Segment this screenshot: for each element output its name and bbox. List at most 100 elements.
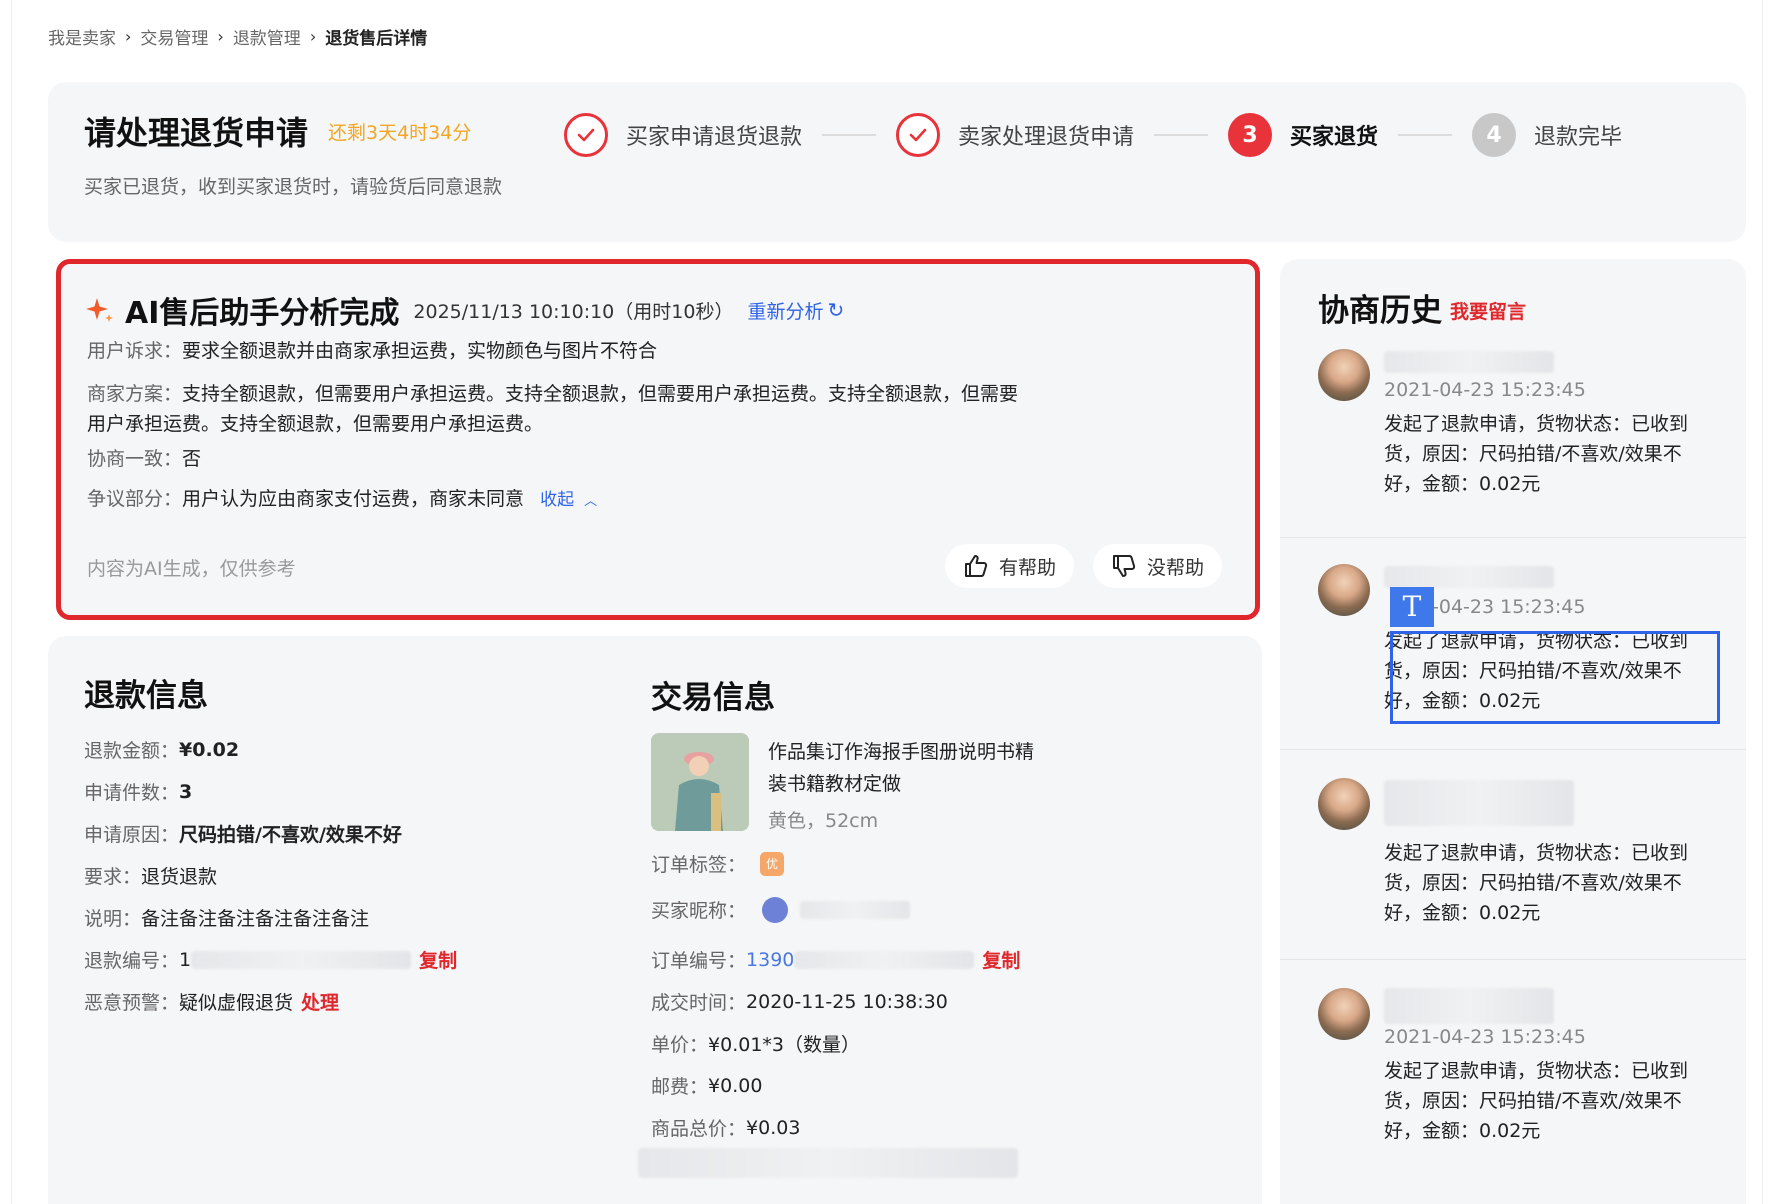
redacted-user-name [1384,351,1554,373]
text-tool-icon[interactable]: T [1390,587,1434,627]
page-title: 请处理退货申请 [84,114,309,152]
redacted-row [638,1148,1018,1178]
history-text: 发起了退款申请，货物状态：已收到货，原因：尺码拍错/不喜欢/效果不好，金额：0.… [1384,1060,1689,1142]
refund-reason-row: 申请原因： 尺码拍错/不喜欢/效果不好 [84,820,402,847]
ai-disclaimer: 内容为AI生成，仅供参考 [87,558,296,580]
refund-count-label: 申请件数： [84,782,180,804]
refund-count-value: 3 [179,780,193,803]
negotiation-history-card: 协商历史 我要留言 2021-04-23 15:23:45 发起了退款申请，货物… [1280,259,1746,1204]
history-time: -04-23 15:23:45 [1432,596,1586,618]
step-1-label: 买家申请退货退款 [626,125,803,150]
copy-refund-no-button[interactable]: 复制 [419,946,457,973]
refund-explain-row: 说明： 备注备注备注备注备注备注 [84,904,369,931]
redacted-order-no [794,950,975,969]
step-4-number: 4 [1472,113,1517,157]
ai-plan-value-2: 用户承担运费。支持全额退款，但需要用户承担运费。 [87,413,544,435]
buyer-nick-row: 买家昵称： [651,896,911,923]
buyer-chat-icon[interactable] [762,896,789,923]
order-no-row: 订单编号： 1390 复制 [651,946,1020,973]
unhelpful-button[interactable]: 没帮助 [1093,544,1223,588]
step-4: 4 退款完毕 [1472,113,1622,157]
product-title[interactable]: 作品集订作海报手图册说明书精装书籍教材定做 [768,736,1038,800]
helpful-label: 有帮助 [999,556,1057,579]
postage-label: 邮费： [651,1076,709,1098]
unhelpful-label: 没帮助 [1147,556,1205,579]
chevron-right-icon: › [125,27,132,46]
handle-warning-button[interactable]: 处理 [301,988,339,1015]
ai-agree-label: 协商一致： [87,448,183,470]
postage-row: 邮费： ¥0.00 [651,1072,762,1099]
refund-count-row: 申请件数： 3 [84,778,192,805]
refund-explain-value: 备注备注备注备注备注备注 [141,908,370,930]
leave-message-button[interactable]: 我要留言 [1450,297,1526,324]
refund-reason-value: 尺码拍错/不喜欢/效果不好 [179,824,402,846]
breadcrumb-item-refund[interactable]: 退款管理 [233,24,301,49]
breadcrumb-current: 退货售后详情 [325,29,428,49]
breadcrumb: 我是卖家 › 交易管理 › 退款管理 › 退货售后详情 [48,24,427,49]
refund-amount-row: 退款金额： ¥0.02 [84,736,239,763]
redacted-user-name [1384,566,1554,588]
order-no-value[interactable]: 1390 [746,949,794,971]
product-image[interactable] [651,733,749,831]
ai-dispute-label: 争议部分： [87,488,183,510]
refund-warn-row: 恶意预警： 疑似虚假退货 处理 [84,988,339,1015]
step-connector [822,134,877,136]
helpful-button[interactable]: 有帮助 [945,544,1075,588]
breadcrumb-item-seller[interactable]: 我是卖家 [48,24,116,49]
step-4-label: 退款完毕 [1534,125,1623,150]
deal-time-label: 成交时间： [651,992,747,1014]
history-text: 发起了退款申请，货物状态：已收到货，原因：尺码拍错/不喜欢/效果不好，金额：0.… [1384,842,1689,924]
ai-analysis-title: AI售后助手分析完成 [125,296,400,331]
avatar [1318,564,1370,616]
copy-order-no-button[interactable]: 复制 [982,946,1020,973]
unit-price-value: ¥0.01*3（数量） [708,1034,860,1056]
thumbs-down-icon [1113,555,1136,577]
check-icon [564,113,608,157]
status-header-card: 请处理退货申请 还剩3天4时34分 买家已退货，收到买家退货时，请验货后同意退款… [48,82,1746,242]
page: 我是卖家 › 交易管理 › 退款管理 › 退货售后详情 请处理退货申请 还剩3天… [11,0,1763,1204]
refund-require-label: 要求： [84,866,142,888]
avatar [1318,988,1370,1040]
refund-info-title: 退款信息 [84,678,208,714]
product-spec: 黄色，52cm [768,810,879,832]
refund-require-row: 要求： 退货退款 [84,862,217,889]
history-item: 2021-04-23 15:23:45 发起了退款申请，货物状态：已收到货，原因… [1280,349,1746,529]
thumbs-up-icon [965,555,988,577]
buyer-nick-label: 买家昵称： [651,900,747,922]
step-3-label: 买家退货 [1290,125,1379,150]
breadcrumb-item-trade[interactable]: 交易管理 [140,24,208,49]
history-text: 发起了退款申请，货物状态：已收到货，原因：尺码拍错/不喜欢/效果不好，金额：0.… [1384,413,1689,495]
history-time: 2021-04-23 15:23:45 [1384,1026,1586,1048]
refund-warn-value: 疑似虚假退货 [179,992,294,1014]
ai-plan-value-1: 支持全额退款，但需要用户承担运费。支持全额退款，但需要用户承担运费。支持全额退款… [182,383,1019,405]
total-price-value: ¥0.03 [746,1116,801,1139]
history-time: 2021-04-23 15:23:45 [1384,379,1586,401]
collapse-link[interactable]: 收起 [540,490,574,510]
order-tag-icon: 优 [760,851,785,876]
ai-appeal-label: 用户诉求： [87,340,183,362]
redacted-content [638,1148,1018,1178]
ai-row-plan: 商家方案：支持全额退款，但需要用户承担运费。支持全额退款，但需要用户承担运费。支… [87,379,1018,439]
ai-dispute-value: 用户认为应由商家支付运费，商家未同意 [182,488,525,510]
refund-reason-label: 申请原因： [84,824,180,846]
unit-price-label: 单价： [651,1034,709,1056]
order-tag-label: 订单标签： [651,854,747,876]
redacted-user-name [1384,988,1554,1024]
total-price-label: 商品总价： [651,1118,747,1140]
ai-analysis-card: AI售后助手分析完成 2025/11/13 10:10:10（用时10秒） 重新… [56,259,1260,620]
step-2: 卖家处理退货申请 [896,113,1134,157]
order-info-card: 退款信息 退款金额： ¥0.02 申请件数： 3 申请原因： 尺码拍错/不喜欢/效果不… [48,636,1262,1204]
deal-time-value: 2020-11-25 10:38:30 [746,990,948,1013]
refund-amount-value: ¥0.02 [179,738,240,761]
reanalyze-link[interactable]: 重新分析 [747,297,823,324]
ai-plan-label: 商家方案： [87,383,183,405]
step-3-number: 3 [1228,113,1273,157]
redacted-user-name [1384,780,1574,826]
refresh-icon[interactable]: ↻ [827,298,844,322]
avatar [1318,349,1370,401]
ai-analysis-header: AI售后助手分析完成 2025/11/13 10:10:10（用时10秒） 重新… [85,288,844,332]
refund-no-row: 退款编号： 1 复制 [84,946,457,973]
chevron-up-icon[interactable]: ︿ [584,494,597,509]
step-connector [1398,134,1453,136]
avatar [1318,778,1370,830]
